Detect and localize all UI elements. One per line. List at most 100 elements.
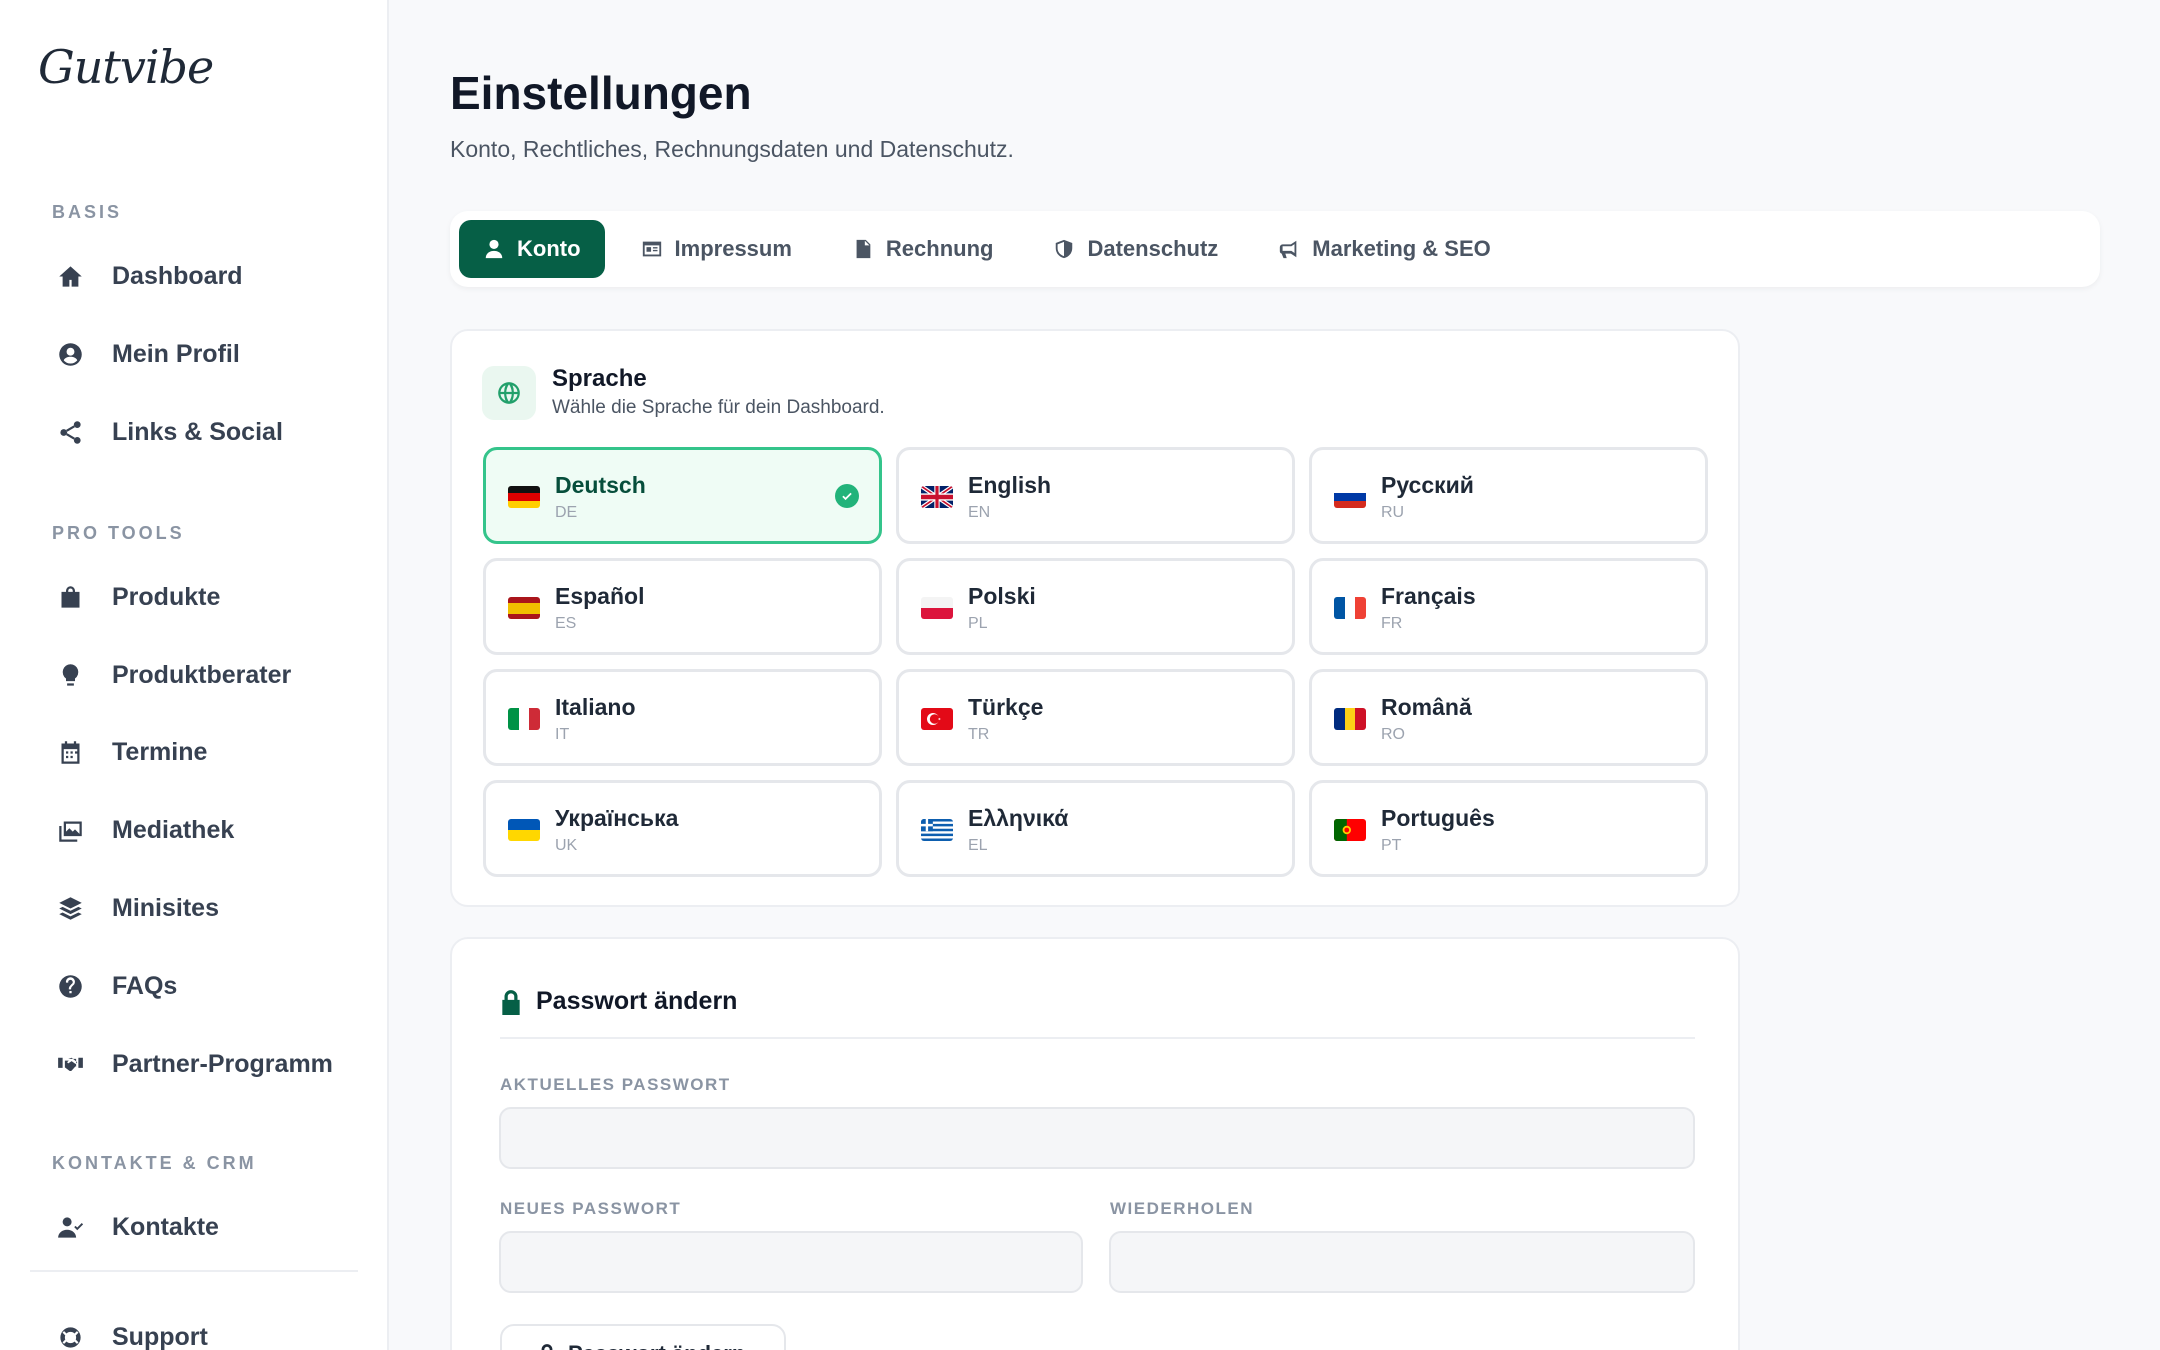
sidebar-divider: [30, 1270, 358, 1272]
sidebar-item-label: Partner-Programm: [112, 1049, 333, 1078]
sidebar-item-faqs[interactable]: FAQs: [52, 960, 177, 1012]
flag-gb-icon: [921, 486, 953, 508]
language-option-pl[interactable]: Polski PL: [896, 558, 1295, 655]
current-password-input[interactable]: [499, 1107, 1695, 1169]
sidebar-item-label: Mein Profil: [112, 339, 240, 368]
handshake-icon: [52, 1046, 88, 1082]
brand-logo[interactable]: Gutvibe: [38, 40, 214, 94]
language-card: Sprache Wähle die Sprache für dein Dashb…: [450, 329, 1740, 907]
language-code: EN: [968, 504, 991, 521]
language-name: Español: [555, 583, 645, 609]
password-card: Passwort ändern AKTUELLES PASSWORT NEUES…: [450, 937, 1740, 1350]
tab-label: Datenschutz: [1087, 236, 1219, 261]
flag-ru-icon: [1334, 486, 1366, 508]
tab-impressum[interactable]: Impressum: [617, 220, 816, 278]
page-title: Einstellungen: [450, 67, 752, 119]
document-icon: [856, 239, 871, 259]
images-icon: [52, 812, 88, 848]
language-name: Română: [1381, 694, 1472, 720]
id-card-icon: [642, 241, 661, 257]
sidebar-item-label: Dashboard: [112, 261, 243, 290]
current-password-label: AKTUELLES PASSWORT: [500, 1075, 731, 1094]
language-name: English: [968, 472, 1052, 498]
language-option-el[interactable]: Ελληνικά EL: [896, 780, 1295, 877]
sidebar-item-minisites[interactable]: Minisites: [52, 882, 219, 934]
language-code: FR: [1381, 615, 1403, 632]
sidebar-item-partner-programm[interactable]: Partner-Programm: [52, 1038, 333, 1090]
language-name: Русский: [1381, 472, 1474, 498]
sidebar-item-mediathek[interactable]: Mediathek: [52, 804, 234, 856]
globe-icon: [482, 366, 536, 420]
sidebar-item-label: Minisites: [112, 893, 219, 922]
shopping-bag-icon: [52, 579, 88, 615]
flag-pl-icon: [921, 597, 953, 619]
lock-icon: [541, 1344, 553, 1350]
language-option-en[interactable]: English EN: [896, 447, 1295, 544]
language-code: EL: [968, 837, 988, 854]
tab-label: Marketing & SEO: [1312, 236, 1491, 261]
megaphone-icon: [1280, 240, 1297, 259]
sidebar-item-support[interactable]: Support: [52, 1311, 208, 1350]
sidebar-item-links-social[interactable]: Links & Social: [52, 406, 283, 458]
sidebar-item-termine[interactable]: Termine: [52, 726, 207, 778]
language-option-uk[interactable]: Українська UK: [483, 780, 882, 877]
language-code: ES: [555, 615, 577, 632]
language-name: Italiano: [555, 694, 636, 720]
password-divider: [500, 1037, 1695, 1039]
flag-de-icon: [508, 486, 540, 508]
user-circle-icon: [52, 336, 88, 372]
change-password-button[interactable]: Passwort ändern: [500, 1324, 786, 1350]
tab-konto[interactable]: Konto: [459, 220, 605, 278]
sidebar-item-label: FAQs: [112, 971, 178, 1000]
question-circle-icon: [52, 968, 88, 1004]
change-password-label: Passwort ändern: [568, 1341, 745, 1350]
language-option-fr[interactable]: Français FR: [1309, 558, 1708, 655]
language-option-es[interactable]: Español ES: [483, 558, 882, 655]
repeat-password-input[interactable]: [1109, 1231, 1695, 1293]
lock-icon: [502, 989, 520, 1015]
sidebar-item-mein-profil[interactable]: Mein Profil: [52, 328, 240, 380]
language-subtitle: Wähle die Sprache für dein Dashboard.: [552, 397, 885, 418]
flag-pt-icon: [1334, 819, 1366, 841]
language-option-tr[interactable]: Türkçe TR: [896, 669, 1295, 766]
page-subtitle: Konto, Rechtliches, Rechnungsdaten und D…: [450, 136, 1014, 162]
language-title: Sprache: [552, 365, 647, 392]
language-option-de[interactable]: Deutsch DE: [483, 447, 882, 544]
user-check-icon: [52, 1209, 88, 1245]
new-password-input[interactable]: [499, 1231, 1083, 1293]
language-option-pt[interactable]: Português PT: [1309, 780, 1708, 877]
sidebar: Gutvibe BASIS Dashboard Mein Profil Link…: [0, 0, 389, 1350]
flag-it-icon: [508, 708, 540, 730]
sidebar-item-label: Links & Social: [112, 417, 283, 446]
share-icon: [52, 414, 88, 450]
lifebuoy-icon: [52, 1319, 88, 1350]
language-name: Türkçe: [968, 694, 1044, 720]
language-option-ru[interactable]: Русский RU: [1309, 447, 1708, 544]
tab-rechnung[interactable]: Rechnung: [828, 220, 1018, 278]
language-name: Ελληνικά: [968, 805, 1069, 831]
sidebar-item-produktberater[interactable]: Produktberater: [52, 649, 291, 701]
sidebar-item-label: Produktberater: [112, 660, 292, 689]
language-option-it[interactable]: Italiano IT: [483, 669, 882, 766]
sidebar-item-label: Support: [112, 1322, 208, 1350]
shield-icon: [1056, 239, 1073, 259]
flag-ro-icon: [1334, 708, 1366, 730]
sidebar-item-produkte[interactable]: Produkte: [52, 571, 220, 623]
language-code: PT: [1381, 837, 1402, 854]
sidebar-item-kontakte[interactable]: Kontakte: [52, 1201, 219, 1253]
sidebar-item-dashboard[interactable]: Dashboard: [52, 250, 243, 302]
section-label-pro-tools: PRO TOOLS: [52, 523, 185, 543]
new-password-label: NEUES PASSWORT: [500, 1199, 682, 1218]
tab-datenschutz[interactable]: Datenschutz: [1029, 220, 1242, 278]
tab-label: Impressum: [674, 236, 792, 261]
language-option-ro[interactable]: Română RO: [1309, 669, 1708, 766]
language-code: IT: [555, 726, 570, 743]
tab-marketing-seo[interactable]: Marketing & SEO: [1254, 220, 1514, 278]
password-title-row: Passwort ändern: [500, 987, 737, 1016]
language-code: TR: [968, 726, 990, 743]
sidebar-item-label: Produkte: [112, 582, 221, 611]
flag-gr-icon: [921, 819, 953, 841]
lightbulb-icon: [52, 657, 88, 693]
flag-ua-icon: [508, 819, 540, 841]
tab-label: Rechnung: [885, 236, 994, 261]
